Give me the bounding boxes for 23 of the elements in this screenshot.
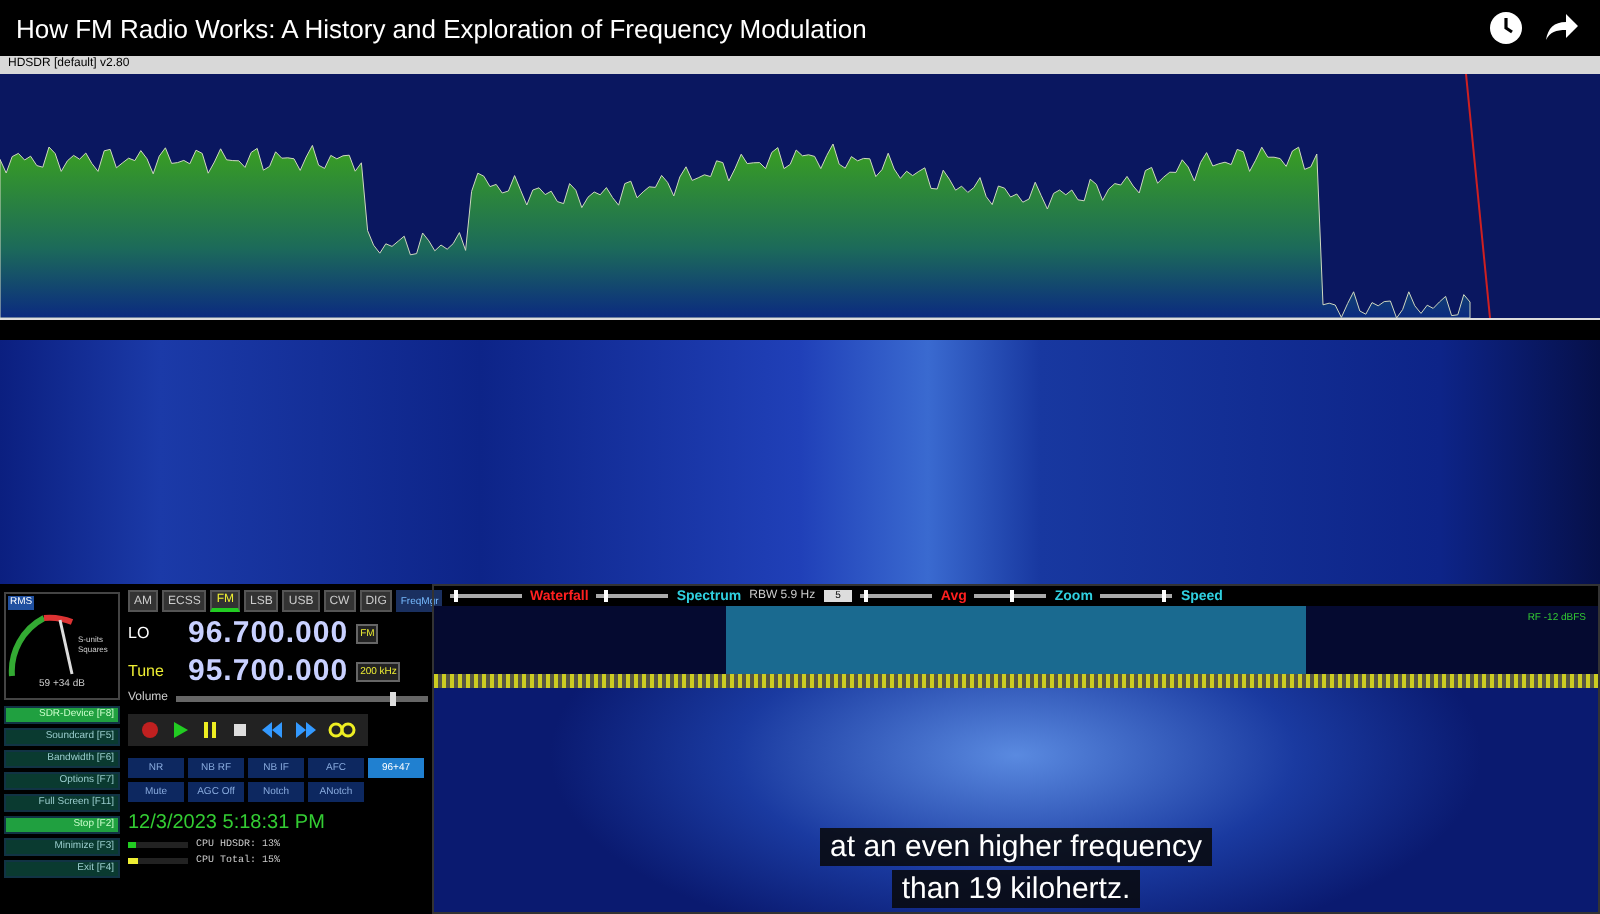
- clock-icon[interactable]: [1488, 10, 1524, 46]
- volume-slider[interactable]: [176, 695, 428, 701]
- fast-forward-icon[interactable]: [294, 720, 318, 740]
- meter-arc-drawing: [8, 610, 76, 678]
- lo-label: LO: [128, 624, 152, 642]
- play-icon[interactable]: [170, 720, 190, 740]
- lo-frequency[interactable]: 96.700.000: [188, 616, 349, 650]
- slider-thumb[interactable]: [864, 590, 869, 602]
- slider-thumb[interactable]: [1010, 590, 1015, 602]
- tune-label: Tune: [128, 662, 166, 680]
- volume-thumb[interactable]: [390, 691, 397, 705]
- video-title: How FM Radio Works: A History and Exploration of Frequency Modulation: [16, 13, 867, 43]
- clock-readout: 12/3/2023 5:18:31 PM: [128, 812, 327, 834]
- rewind-icon[interactable]: [260, 720, 284, 740]
- record-icon[interactable]: [140, 720, 160, 740]
- share-icon[interactable]: [1544, 12, 1580, 44]
- loop-icon[interactable]: [328, 720, 356, 740]
- slider-thumb[interactable]: [603, 590, 608, 602]
- stop-icon[interactable]: [230, 720, 250, 740]
- slider-thumb[interactable]: [1162, 590, 1167, 602]
- tune-frequency[interactable]: 95.700.000: [188, 654, 349, 688]
- pause-icon[interactable]: [200, 720, 220, 740]
- slider-thumb[interactable]: [453, 590, 458, 602]
